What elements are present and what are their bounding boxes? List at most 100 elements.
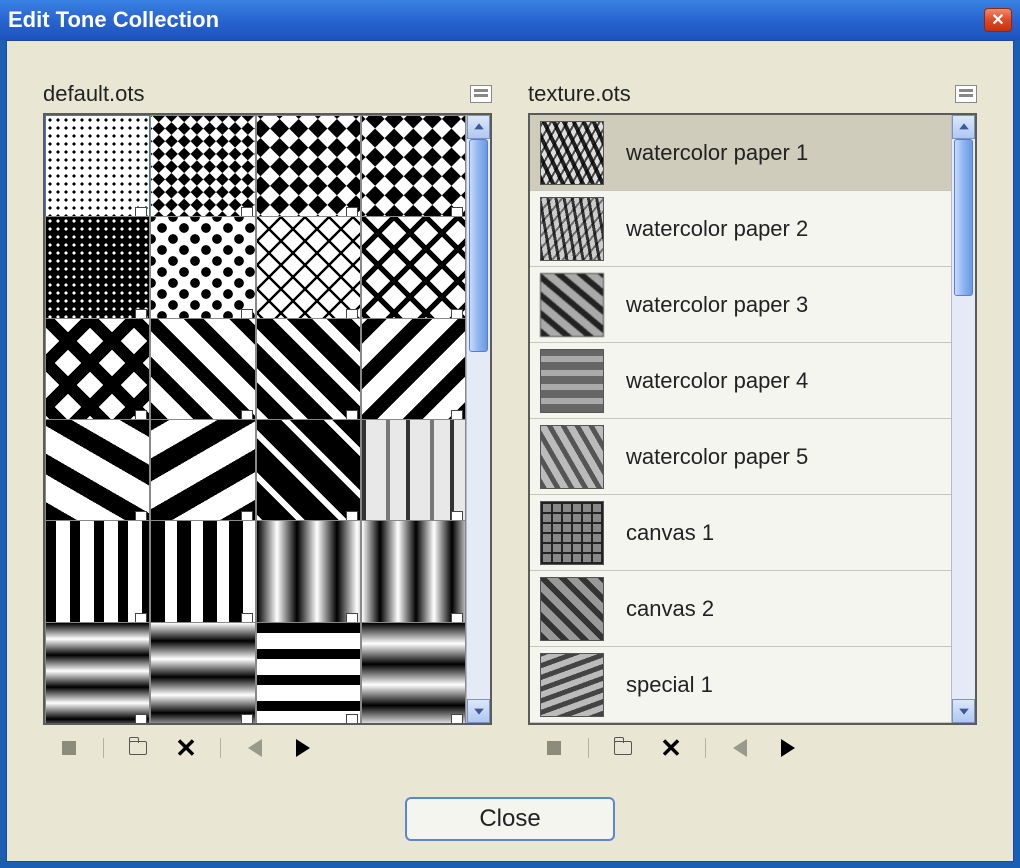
close-button[interactable]: Close: [405, 797, 615, 841]
scroll-up-button[interactable]: [467, 115, 490, 139]
list-item[interactable]: canvas 2: [530, 571, 951, 647]
swatch-checker-mid[interactable]: [256, 115, 361, 220]
left-pane: default.ots: [43, 81, 492, 761]
scroll-track[interactable]: [467, 139, 490, 699]
chevron-left-icon: [248, 739, 262, 757]
list-item[interactable]: canvas 1: [530, 495, 951, 571]
texture-thumbnail: [540, 121, 604, 185]
left-scrollbar[interactable]: [466, 115, 490, 723]
swatch-checker-small[interactable]: [150, 115, 255, 220]
folder-icon: [614, 741, 632, 755]
swatch-big-dots[interactable]: [150, 216, 255, 321]
list-item-label: watercolor paper 2: [626, 216, 808, 242]
list-item[interactable]: watercolor paper 1: [530, 115, 951, 191]
list-item[interactable]: watercolor paper 4: [530, 343, 951, 419]
swatch-fine-dots[interactable]: [45, 115, 150, 220]
scroll-thumb[interactable]: [469, 139, 488, 352]
right-filename-label: texture.ots: [528, 81, 955, 107]
swatch-options-icon: [135, 714, 147, 723]
swatch-diag-wide-l[interactable]: [150, 419, 255, 524]
swatch-diag-left[interactable]: [361, 318, 466, 423]
list-item[interactable]: watercolor paper 2: [530, 191, 951, 267]
texture-thumbnail: [540, 501, 604, 565]
right-pane-menu-button[interactable]: [955, 85, 977, 103]
swatch-diag-right-inv[interactable]: [256, 318, 361, 423]
swatch-columns-grad-a[interactable]: [256, 520, 361, 625]
separator: [103, 738, 104, 758]
chevron-right-icon: [781, 739, 795, 757]
list-item[interactable]: watercolor paper 5: [530, 419, 951, 495]
dialog-client-area: default.ots: [6, 40, 1014, 862]
swatch-diamond-grid-lg[interactable]: [361, 216, 466, 321]
texture-thumbnail: [540, 653, 604, 717]
list-item[interactable]: special 1: [530, 647, 951, 723]
texture-list: watercolor paper 1 watercolor paper 2 wate…: [530, 115, 951, 723]
texture-thumbnail: [540, 577, 604, 641]
list-item-label: watercolor paper 5: [626, 444, 808, 470]
list-item-label: special 1: [626, 672, 713, 698]
swatch-checker-mid-inv[interactable]: [361, 115, 466, 220]
swatch-diag-wide-r[interactable]: [45, 419, 150, 524]
swatch-options-icon: [451, 714, 463, 723]
open-button[interactable]: [609, 735, 637, 761]
right-listbox: watercolor paper 1 watercolor paper 2 wate…: [528, 113, 977, 725]
left-filename-label: default.ots: [43, 81, 470, 107]
texture-thumbnail: [540, 425, 604, 489]
swatch-rows-glow[interactable]: [361, 622, 466, 723]
folder-icon: [129, 741, 147, 755]
texture-thumbnail: [540, 349, 604, 413]
stop-button[interactable]: [55, 735, 83, 761]
window-close-button[interactable]: ✕: [984, 8, 1012, 32]
list-item-label: watercolor paper 4: [626, 368, 808, 394]
swatch-grid: [45, 115, 466, 723]
swatch-diamond-grid[interactable]: [256, 216, 361, 321]
scroll-down-button[interactable]: [952, 699, 975, 723]
swatch-rows-solid[interactable]: [256, 622, 361, 723]
stop-icon: [62, 741, 76, 755]
swatch-options-icon: [346, 714, 358, 723]
chevron-right-icon: [296, 739, 310, 757]
swatch-options-icon: [241, 714, 253, 723]
delete-button[interactable]: ✕: [657, 735, 685, 761]
list-item-label: watercolor paper 1: [626, 140, 808, 166]
texture-thumbnail: [540, 273, 604, 337]
swatch-cross-hatch-lg[interactable]: [45, 318, 150, 423]
open-button[interactable]: [124, 735, 152, 761]
scroll-thumb[interactable]: [954, 139, 973, 296]
prev-button[interactable]: [241, 735, 269, 761]
separator: [220, 738, 221, 758]
list-item[interactable]: watercolor paper 3: [530, 267, 951, 343]
swatch-columns-soft[interactable]: [361, 419, 466, 524]
scroll-down-button[interactable]: [467, 699, 490, 723]
swatch-rows-grad-b[interactable]: [150, 622, 255, 723]
swatch-diag-right[interactable]: [150, 318, 255, 423]
swatch-columns-grad-b[interactable]: [361, 520, 466, 625]
texture-thumbnail: [540, 197, 604, 261]
prev-button[interactable]: [726, 735, 754, 761]
window-titlebar: Edit Tone Collection ✕: [0, 0, 1020, 40]
stop-button[interactable]: [540, 735, 568, 761]
scroll-track[interactable]: [952, 139, 975, 699]
left-pane-menu-button[interactable]: [470, 85, 492, 103]
left-toolbar: ✕: [43, 725, 492, 761]
left-listbox: [43, 113, 492, 725]
list-item-label: canvas 2: [626, 596, 714, 622]
next-button[interactable]: [289, 735, 317, 761]
chevron-left-icon: [733, 739, 747, 757]
right-toolbar: ✕: [528, 725, 977, 761]
swatch-columns-a[interactable]: [45, 520, 150, 625]
separator: [588, 738, 589, 758]
list-item-label: canvas 1: [626, 520, 714, 546]
separator: [705, 738, 706, 758]
scroll-up-button[interactable]: [952, 115, 975, 139]
swatch-diag-black-wide[interactable]: [256, 419, 361, 524]
window-title: Edit Tone Collection: [8, 7, 984, 33]
close-icon: ✕: [991, 10, 1004, 30]
next-button[interactable]: [774, 735, 802, 761]
right-pane: texture.ots watercolor paper 1watercolor…: [528, 81, 977, 761]
swatch-rows-grad-a[interactable]: [45, 622, 150, 723]
right-scrollbar[interactable]: [951, 115, 975, 723]
delete-button[interactable]: ✕: [172, 735, 200, 761]
swatch-fine-dots-inv[interactable]: [45, 216, 150, 321]
swatch-columns-b[interactable]: [150, 520, 255, 625]
